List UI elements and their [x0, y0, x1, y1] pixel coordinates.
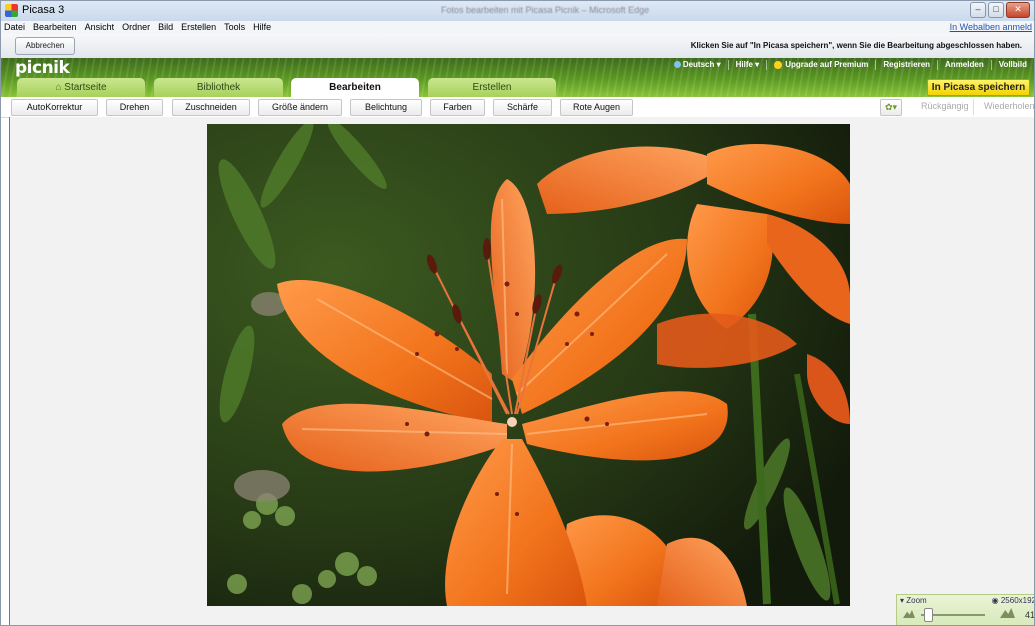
schaerfe-button[interactable]: Schärfe: [493, 99, 552, 116]
window-controls: – □ ✕: [970, 2, 1030, 18]
tab-erstellen[interactable]: Erstellen: [428, 78, 556, 97]
menu-erstellen[interactable]: Erstellen: [181, 21, 216, 34]
cancel-button[interactable]: Abbrechen: [15, 37, 75, 55]
zuschneiden-button[interactable]: Zuschneiden: [172, 99, 250, 116]
picnik-header: picnik Deutsch ▾ Hilfe ▾ Upgrade auf Pre…: [1, 58, 1034, 97]
picasa-toolbar: Abbrechen Klicken Sie auf "In Picasa spe…: [1, 34, 1034, 59]
drehen-button[interactable]: Drehen: [106, 99, 163, 116]
window-subtitle: Fotos bearbeiten mit Picasa Picnik – Mic…: [441, 5, 650, 15]
tab-startseite-label: Startseite: [64, 82, 107, 93]
tab-bearbeiten[interactable]: Bearbeiten: [291, 78, 419, 97]
sun-icon: [774, 60, 783, 69]
picnik-logo: picnik: [15, 58, 70, 78]
zoom-in-icon[interactable]: [1000, 608, 1015, 618]
help-link[interactable]: Hilfe ▾: [727, 60, 767, 70]
menu-hilfe[interactable]: Hilfe: [253, 21, 271, 34]
window-title: Picasa 3: [22, 4, 65, 16]
menu-datei[interactable]: Datei: [4, 21, 25, 34]
globe-icon: [673, 61, 681, 69]
save-to-picasa-button[interactable]: In Picasa speichern: [927, 79, 1030, 96]
redo-button[interactable]: Wiederholen: [984, 101, 1034, 111]
resolution-value: 2560x192: [1000, 596, 1035, 605]
tab-startseite[interactable]: ⌂ Startseite: [17, 78, 145, 97]
menu-bild[interactable]: Bild: [158, 21, 173, 34]
home-icon: ⌂: [55, 82, 62, 93]
login-link[interactable]: Anmelden: [937, 60, 991, 70]
groesse-aendern-button[interactable]: Größe ändern: [258, 99, 342, 116]
menu-bearbeiten[interactable]: Bearbeiten: [33, 21, 77, 34]
maximize-icon[interactable]: □: [988, 2, 1004, 18]
title-bar: Picasa 3 Fotos bearbeiten mit Picasa Pic…: [1, 1, 1034, 22]
autokorrektur-button[interactable]: AutoKorrektur: [11, 99, 98, 116]
menu-ansicht[interactable]: Ansicht: [85, 21, 115, 34]
menu-bar: Datei Bearbeiten Ansicht Ordner Bild Ers…: [1, 21, 1034, 34]
belichtung-button[interactable]: Belichtung: [350, 99, 422, 116]
undo-button[interactable]: Rückgängig: [921, 101, 969, 111]
language-label: Deutsch ▾: [682, 60, 721, 69]
rote-augen-button[interactable]: Rote Augen: [560, 99, 633, 116]
upgrade-premium-link[interactable]: Upgrade auf Premium: [766, 60, 875, 70]
fullscreen-link[interactable]: Vollbild: [990, 60, 1034, 70]
picasa-app-icon: [5, 4, 18, 17]
zoom-panel: ▾ Zoom ◉ 2560x192 41: [896, 594, 1035, 625]
menu-ordner[interactable]: Ordner: [122, 21, 150, 34]
zoom-slider-handle[interactable]: [924, 608, 933, 622]
lily-photo-image: [207, 124, 850, 606]
register-link[interactable]: Registrieren: [875, 60, 937, 70]
edit-tools-bar: AutoKorrektur Drehen Zuschneiden Größe ä…: [1, 97, 1034, 118]
toolbar-divider: [973, 99, 974, 115]
picnik-top-links: Deutsch ▾ Hilfe ▾ Upgrade auf Premium Re…: [667, 60, 1034, 70]
menu-tools[interactable]: Tools: [224, 21, 245, 34]
save-hint-text: Klicken Sie auf "In Picasa speichern", w…: [690, 41, 1022, 50]
picasa-window: Picasa 3 Fotos bearbeiten mit Picasa Pic…: [0, 0, 1035, 626]
settings-gear-icon[interactable]: ✿▾: [880, 99, 902, 116]
webalben-signin-link[interactable]: In Webalben anmeld: [950, 22, 1032, 32]
farben-button[interactable]: Farben: [430, 99, 485, 116]
zoom-percent: 41: [1024, 610, 1035, 620]
zoom-out-icon[interactable]: [903, 610, 915, 618]
lily-photo[interactable]: [207, 124, 850, 606]
minimize-icon[interactable]: –: [970, 2, 986, 18]
image-resolution: ◉ 2560x192: [991, 596, 1035, 605]
language-link[interactable]: Deutsch ▾: [667, 60, 728, 70]
camera-icon: ◉: [991, 596, 999, 605]
zoom-label[interactable]: ▾ Zoom: [900, 596, 927, 605]
upgrade-label: Upgrade auf Premium: [785, 60, 869, 69]
tab-bibliothek[interactable]: Bibliothek: [154, 78, 283, 97]
close-icon[interactable]: ✕: [1006, 2, 1030, 18]
